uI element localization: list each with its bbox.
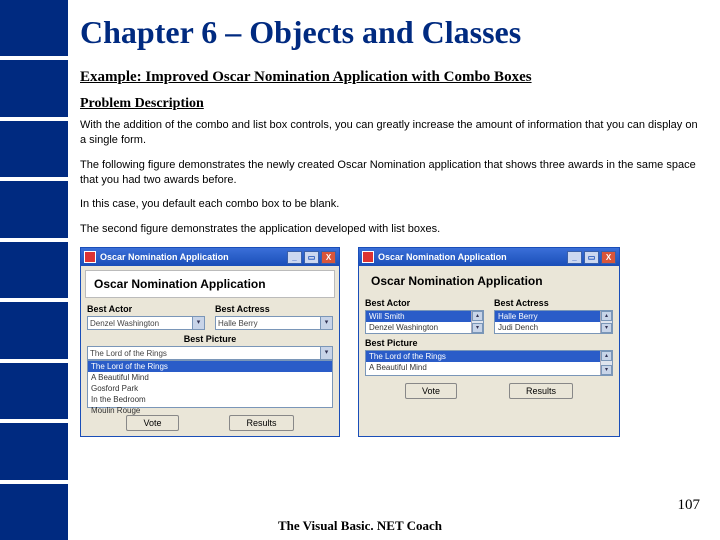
list-item[interactable]: In the Bedroom	[88, 394, 332, 405]
minimize-button[interactable]: _	[287, 251, 302, 264]
best-picture-label: Best Picture	[365, 338, 613, 348]
scroll-down-icon[interactable]: ▾	[601, 323, 612, 333]
best-actress-label: Best Actress	[215, 304, 333, 314]
list-item[interactable]: Will Smith	[366, 311, 483, 322]
slide-sidebar	[0, 0, 68, 540]
app-heading: Oscar Nomination Application	[363, 268, 615, 294]
results-button[interactable]: Results	[509, 383, 573, 399]
window-title: Oscar Nomination Application	[100, 252, 287, 262]
footer-text: The Visual Basic. NET Coach	[0, 518, 720, 534]
page-number: 107	[678, 497, 701, 514]
example-subtitle: Example: Improved Oscar Nomination Appli…	[80, 69, 700, 86]
best-actor-listbox[interactable]: Will Smith Denzel Washington ▴ ▾	[365, 310, 484, 334]
best-actress-listbox[interactable]: Halle Berry Judi Dench ▴ ▾	[494, 310, 613, 334]
window-title: Oscar Nomination Application	[378, 252, 567, 262]
best-picture-listbox[interactable]: The Lord of the Rings A Beautiful Mind ▴…	[365, 350, 613, 376]
chevron-down-icon: ▾	[320, 317, 332, 329]
best-picture-combo[interactable]: The Lord of the Rings ▾	[87, 346, 333, 360]
scrollbar[interactable]: ▴ ▾	[471, 311, 483, 333]
list-item[interactable]: Moulin Rouge	[88, 405, 332, 416]
combo-value: Halle Berry	[218, 319, 258, 328]
scroll-up-icon[interactable]: ▴	[601, 351, 612, 361]
list-item[interactable]: A Beautiful Mind	[366, 362, 612, 373]
vote-button[interactable]: Vote	[405, 383, 457, 399]
scroll-down-icon[interactable]: ▾	[472, 323, 483, 333]
list-item[interactable]: Gosford Park	[88, 383, 332, 394]
paragraph: With the addition of the combo and list …	[80, 118, 700, 148]
close-button[interactable]: X	[601, 251, 616, 264]
scrollbar[interactable]: ▴ ▾	[600, 311, 612, 333]
chevron-down-icon: ▾	[320, 347, 332, 359]
scroll-up-icon[interactable]: ▴	[472, 311, 483, 321]
scrollbar[interactable]: ▴ ▾	[600, 351, 612, 375]
best-picture-label: Best Picture	[87, 334, 333, 344]
window-titlebar: Oscar Nomination Application _ ▭ X	[359, 248, 619, 266]
paragraph: In this case, you default each combo box…	[80, 197, 700, 212]
chevron-down-icon: ▾	[192, 317, 204, 329]
figure-listbox-window: Oscar Nomination Application _ ▭ X Oscar…	[358, 247, 620, 437]
paragraph: The following figure demonstrates the ne…	[80, 158, 700, 188]
chapter-title: Chapter 6 – Objects and Classes	[80, 14, 700, 51]
close-button[interactable]: X	[321, 251, 336, 264]
best-actress-combo[interactable]: Halle Berry ▾	[215, 316, 333, 330]
section-heading: Problem Description	[80, 96, 700, 112]
list-item[interactable]: Halle Berry	[495, 311, 612, 322]
app-heading: Oscar Nomination Application	[85, 270, 335, 298]
results-button[interactable]: Results	[229, 415, 293, 431]
maximize-button[interactable]: ▭	[584, 251, 599, 264]
window-titlebar: Oscar Nomination Application _ ▭ X	[81, 248, 339, 266]
best-actress-label: Best Actress	[494, 298, 613, 308]
list-item[interactable]: The Lord of the Rings	[366, 351, 612, 362]
maximize-button[interactable]: ▭	[304, 251, 319, 264]
slide-content: Chapter 6 – Objects and Classes Example:…	[80, 14, 700, 437]
app-icon	[84, 251, 96, 263]
minimize-button[interactable]: _	[567, 251, 582, 264]
list-item[interactable]: The Lord of the Rings	[88, 361, 332, 372]
vote-button[interactable]: Vote	[126, 415, 178, 431]
best-picture-dropdown-list[interactable]: The Lord of the Rings A Beautiful Mind G…	[87, 360, 333, 408]
best-actor-label: Best Actor	[87, 304, 205, 314]
app-icon	[362, 251, 374, 263]
list-item[interactable]: Denzel Washington	[366, 322, 483, 333]
list-item[interactable]: A Beautiful Mind	[88, 372, 332, 383]
figure-combo-window: Oscar Nomination Application _ ▭ X Oscar…	[80, 247, 340, 437]
best-actor-label: Best Actor	[365, 298, 484, 308]
figure-row: Oscar Nomination Application _ ▭ X Oscar…	[80, 247, 700, 437]
scroll-down-icon[interactable]: ▾	[601, 365, 612, 375]
scroll-up-icon[interactable]: ▴	[601, 311, 612, 321]
list-item[interactable]: Judi Dench	[495, 322, 612, 333]
combo-value: The Lord of the Rings	[90, 349, 167, 358]
paragraph: The second figure demonstrates the appli…	[80, 222, 700, 237]
combo-value: Denzel Washington	[90, 319, 159, 328]
best-actor-combo[interactable]: Denzel Washington ▾	[87, 316, 205, 330]
